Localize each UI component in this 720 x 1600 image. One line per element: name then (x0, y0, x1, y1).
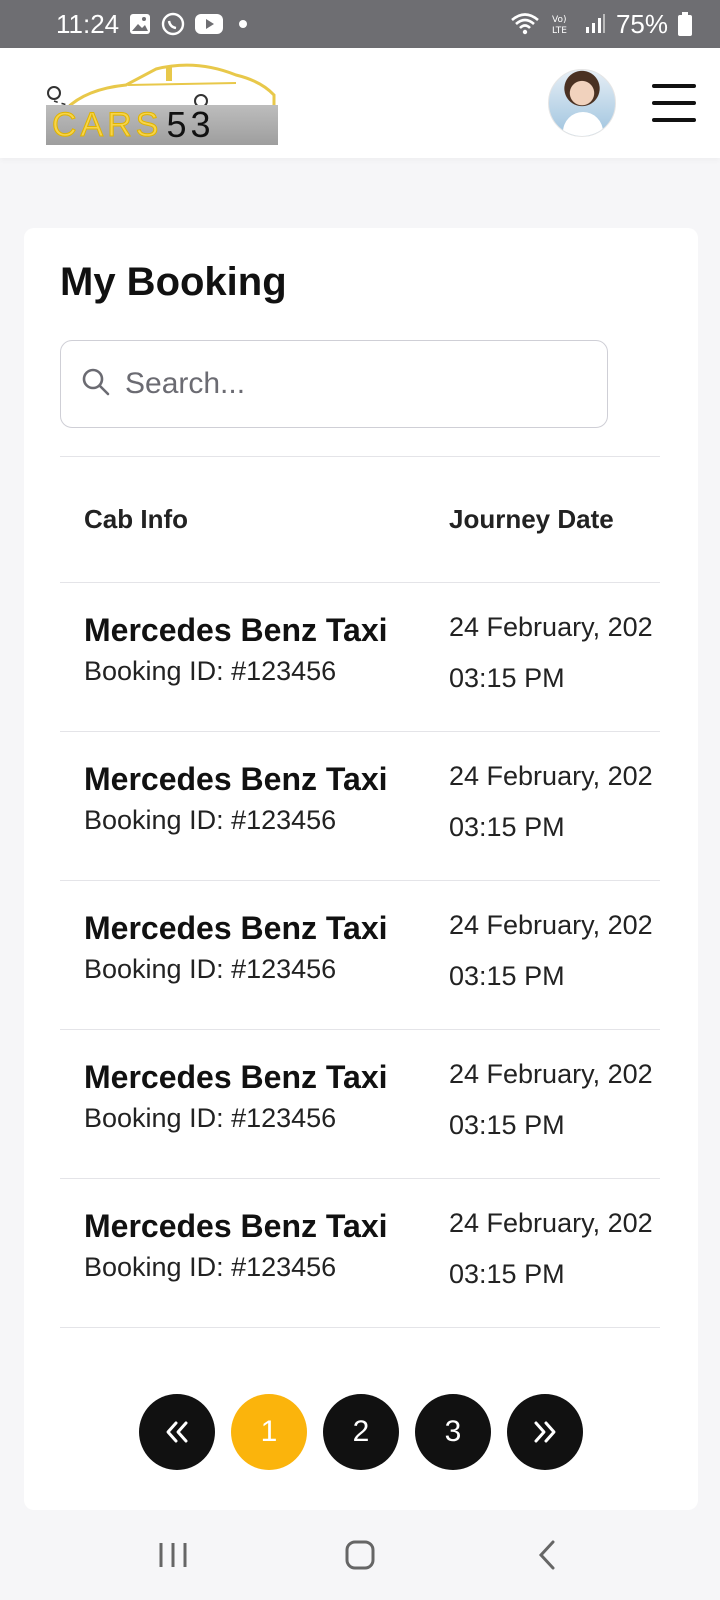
last-page-button[interactable] (507, 1394, 583, 1470)
table-row[interactable]: Mercedes Benz Taxi Booking ID: #123456 2… (60, 732, 660, 881)
svg-text:Vo): Vo) (552, 15, 566, 25)
cab-name: Mercedes Benz Taxi (84, 612, 388, 648)
journey-date-cell: 24 February, 202 03:15 PM (449, 1209, 659, 1327)
app-header: CARS 53 (0, 48, 720, 158)
column-header-cab-info: Cab Info (84, 504, 188, 534)
search-box[interactable] (60, 340, 608, 428)
system-nav-bar (0, 1510, 720, 1600)
logo-number-text: 53 (166, 104, 215, 145)
table-row[interactable]: Mercedes Benz Taxi Booking ID: #123456 2… (60, 881, 660, 1030)
page-title: My Booking (60, 260, 287, 304)
cab-name: Mercedes Benz Taxi (84, 1059, 388, 1095)
cab-info-cell: Mercedes Benz Taxi Booking ID: #123456 (84, 612, 449, 731)
booking-id: Booking ID: #123456 (84, 1252, 337, 1283)
journey-date: 24 February, 202 (449, 911, 653, 940)
hamburger-line (652, 84, 696, 88)
booking-id: Booking ID: #123456 (84, 1103, 337, 1134)
back-button[interactable] (507, 1525, 587, 1585)
cab-info-cell: Mercedes Benz Taxi Booking ID: #123456 (84, 1059, 449, 1178)
journey-date-cell: 24 February, 202 03:15 PM (449, 911, 659, 1029)
booking-id: Booking ID: #123456 (84, 656, 337, 687)
table-row[interactable]: Mercedes Benz Taxi Booking ID: #123456 2… (60, 1179, 660, 1328)
logo-wordmark: CARS 53 (46, 104, 278, 145)
page-button-2[interactable]: 2 (323, 1394, 399, 1470)
double-chevron-left-icon (166, 1421, 188, 1443)
notification-dot-icon (239, 20, 248, 28)
table-row[interactable]: Mercedes Benz Taxi Booking ID: #123456 2… (60, 1030, 660, 1179)
status-left: 11:24 (56, 8, 248, 40)
recent-apps-icon (159, 1543, 187, 1567)
hamburger-icon[interactable] (652, 84, 696, 122)
journey-date: 24 February, 202 (449, 1060, 653, 1089)
journey-date: 24 February, 202 (449, 762, 653, 791)
hamburger-line (652, 118, 696, 122)
journey-time: 03:15 PM (449, 960, 565, 991)
status-right: Vo) LTE 75% (510, 9, 692, 40)
journey-time: 03:15 PM (449, 811, 565, 842)
search-icon (81, 367, 111, 402)
status-time: 11:24 (56, 8, 120, 39)
status-bar: 11:24 Vo) LTE 75% (0, 0, 720, 48)
journey-date-cell: 24 February, 202 03:15 PM (449, 1060, 659, 1178)
header-actions (548, 69, 696, 137)
whatsapp-icon (161, 12, 185, 36)
journey-date-cell: 24 February, 202 03:15 PM (449, 762, 659, 880)
journey-time: 03:15 PM (449, 662, 565, 693)
table-row[interactable]: Mercedes Benz Taxi Booking ID: #123456 2… (60, 583, 660, 732)
table-header: Cab Info Journey Date (60, 457, 660, 583)
double-chevron-right-icon (534, 1421, 556, 1443)
svg-text:LTE: LTE (552, 26, 567, 36)
cab-info-cell: Mercedes Benz Taxi Booking ID: #123456 (84, 761, 449, 880)
journey-date: 24 February, 202 (449, 1209, 653, 1238)
wifi-icon (510, 12, 540, 36)
booking-card: My Booking Cab Info Journey Date Mercede… (24, 228, 698, 1510)
youtube-icon (195, 13, 224, 35)
home-icon (345, 1540, 375, 1570)
cab-name: Mercedes Benz Taxi (84, 1208, 388, 1244)
journey-date: 24 February, 202 (449, 613, 653, 642)
volte-icon: Vo) LTE (550, 12, 574, 36)
recent-apps-button[interactable] (133, 1525, 213, 1585)
booking-id: Booking ID: #123456 (84, 954, 337, 985)
battery-icon (678, 12, 692, 36)
booking-id: Booking ID: #123456 (84, 805, 337, 836)
back-icon (538, 1540, 555, 1570)
page-button-1[interactable]: 1 (231, 1394, 307, 1470)
search-input[interactable] (125, 367, 585, 401)
journey-time: 03:15 PM (449, 1109, 565, 1140)
logo-cars-text: CARS (51, 105, 163, 144)
page-button-3[interactable]: 3 (415, 1394, 491, 1470)
column-header-journey-date: Journey Date (449, 504, 614, 534)
gallery-icon (129, 13, 151, 35)
journey-time: 03:15 PM (449, 1258, 565, 1289)
cab-name: Mercedes Benz Taxi (84, 910, 388, 946)
hamburger-line (652, 101, 696, 105)
battery-percent: 75% (615, 8, 668, 39)
cab-info-cell: Mercedes Benz Taxi Booking ID: #123456 (84, 910, 449, 1029)
pagination: 1 2 3 (24, 1394, 698, 1470)
cab-info-cell: Mercedes Benz Taxi Booking ID: #123456 (84, 1208, 449, 1327)
cab-name: Mercedes Benz Taxi (84, 761, 388, 797)
signal-icon (584, 13, 606, 35)
home-button[interactable] (320, 1525, 400, 1585)
avatar[interactable] (548, 69, 616, 137)
journey-date-cell: 24 February, 202 03:15 PM (449, 613, 659, 731)
brand-logo[interactable]: CARS 53 (46, 59, 278, 147)
first-page-button[interactable] (139, 1394, 215, 1470)
